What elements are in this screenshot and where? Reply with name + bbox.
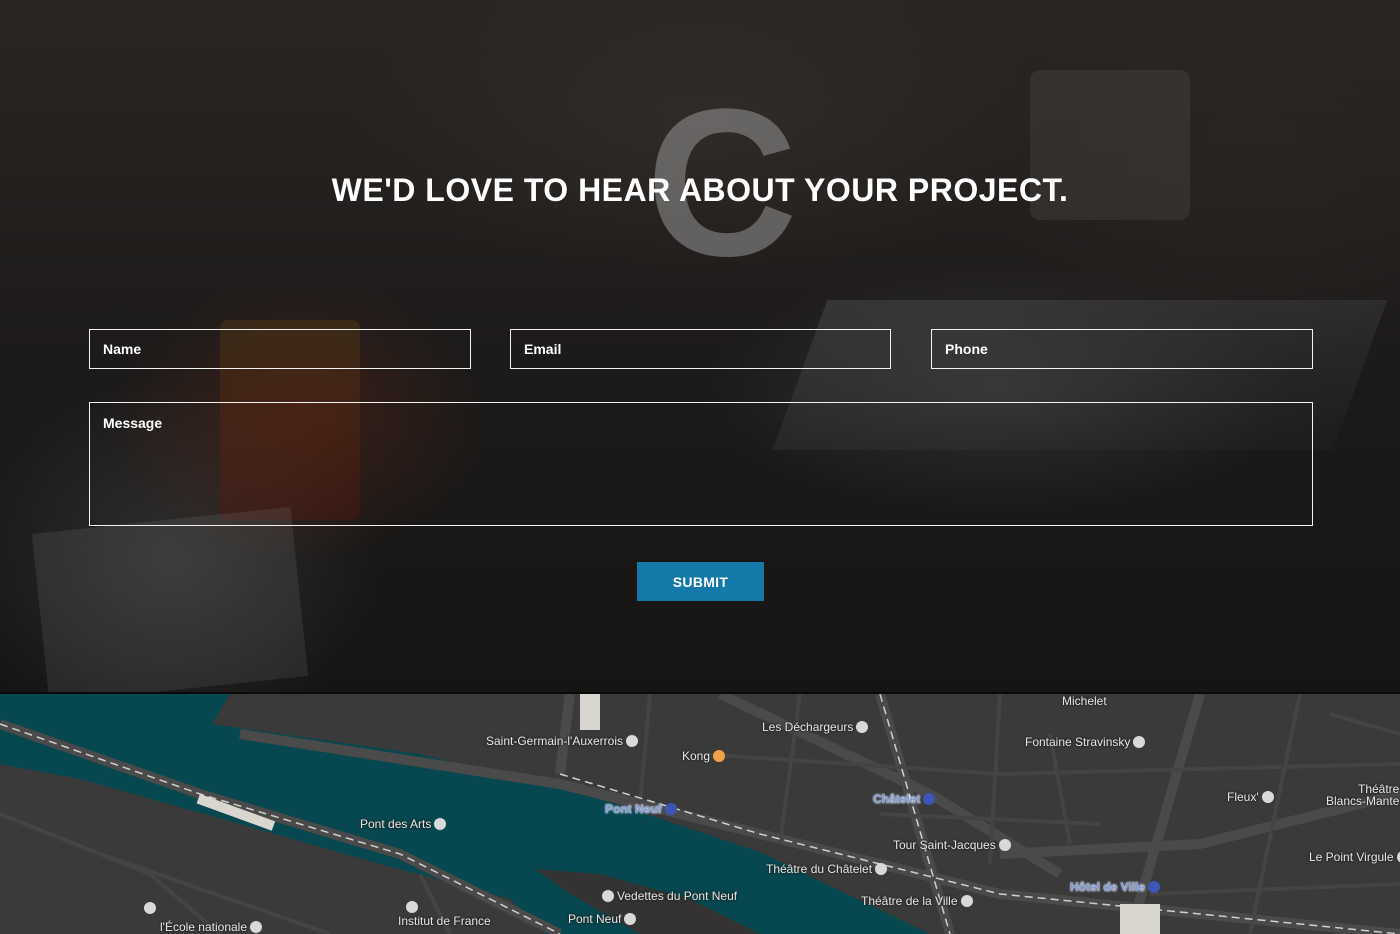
map-label-hotel-de-ville[interactable]: Hôtel de Ville <box>1070 880 1161 894</box>
landmark-icon <box>624 913 637 925</box>
landmark-icon <box>406 901 418 913</box>
map-label-le-point-virgule[interactable]: Le Point Virgule <box>1309 850 1400 864</box>
map-label-theatre-du-chatelet[interactable]: Théâtre du Châtelet <box>766 862 888 876</box>
landmark-icon <box>1133 736 1146 748</box>
map-label-fleux[interactable]: Fleux' <box>1227 790 1274 804</box>
map-label-kong[interactable]: Kong <box>682 749 726 763</box>
school-icon <box>144 902 156 914</box>
page-title: WE'D LOVE TO HEAR ABOUT YOUR PROJECT. <box>331 172 1069 208</box>
message-field[interactable] <box>89 402 1313 526</box>
map-label-pont-neuf[interactable]: Pont Neuf <box>568 912 637 926</box>
school-icon <box>250 921 263 933</box>
name-field[interactable] <box>89 329 471 369</box>
building-block <box>580 694 600 730</box>
theater-icon <box>1396 851 1400 863</box>
metro-icon <box>1148 881 1161 893</box>
building-block <box>1120 904 1160 934</box>
theater-icon <box>875 863 888 875</box>
church-icon <box>626 735 638 747</box>
map-label-theatre-de-la-ville[interactable]: Théâtre de la Ville <box>861 894 973 908</box>
hero-section: C WE'D LOVE TO HEAR ABOUT YOUR PROJECT. … <box>0 0 1400 692</box>
map-label-les-dechargeurs[interactable]: Les Déchargeurs <box>762 720 869 734</box>
map-label-tour-saint-jacques[interactable]: Tour Saint-Jacques <box>893 838 1011 852</box>
metro-icon <box>923 793 936 805</box>
map-label-ecole-nationale[interactable]: l'École nationale <box>160 920 263 934</box>
phone-field[interactable] <box>931 329 1313 369</box>
shop-icon <box>1261 791 1274 803</box>
map-label-pont-neuf-metro[interactable]: Pont Neuf <box>605 802 677 816</box>
background-paper <box>31 506 309 692</box>
landmark-icon <box>998 839 1011 851</box>
location-map[interactable]: Michelet Les Déchargeurs Saint-Germain-l… <box>0 694 1400 934</box>
boat-icon <box>602 890 614 902</box>
map-label-pont-des-arts[interactable]: Pont des Arts <box>360 817 447 831</box>
map-label-theatre-2[interactable]: Blancs-Mante <box>1326 794 1399 808</box>
restaurant-icon <box>713 750 726 762</box>
map-pin-school[interactable] <box>144 901 156 915</box>
submit-button[interactable]: SUBMIT <box>637 562 764 601</box>
landmark-icon <box>434 818 447 830</box>
map-label-saint-germain[interactable]: Saint-Germain-l'Auxerrois <box>486 734 638 748</box>
map-label-fontaine-stravinsky[interactable]: Fontaine Stravinsky <box>1025 735 1146 749</box>
map-label-michelet[interactable]: Michelet <box>1062 694 1107 708</box>
map-label-institut-de-france[interactable]: Institut de France <box>398 914 491 928</box>
theater-icon <box>960 895 973 907</box>
map-label-chatelet[interactable]: Châtelet <box>873 792 936 806</box>
map-pin-institut[interactable] <box>406 900 418 914</box>
theater-icon <box>856 721 869 733</box>
email-field[interactable] <box>510 329 891 369</box>
map-label-vedettes[interactable]: Vedettes du Pont Neuf <box>602 889 737 903</box>
metro-icon <box>664 803 677 815</box>
